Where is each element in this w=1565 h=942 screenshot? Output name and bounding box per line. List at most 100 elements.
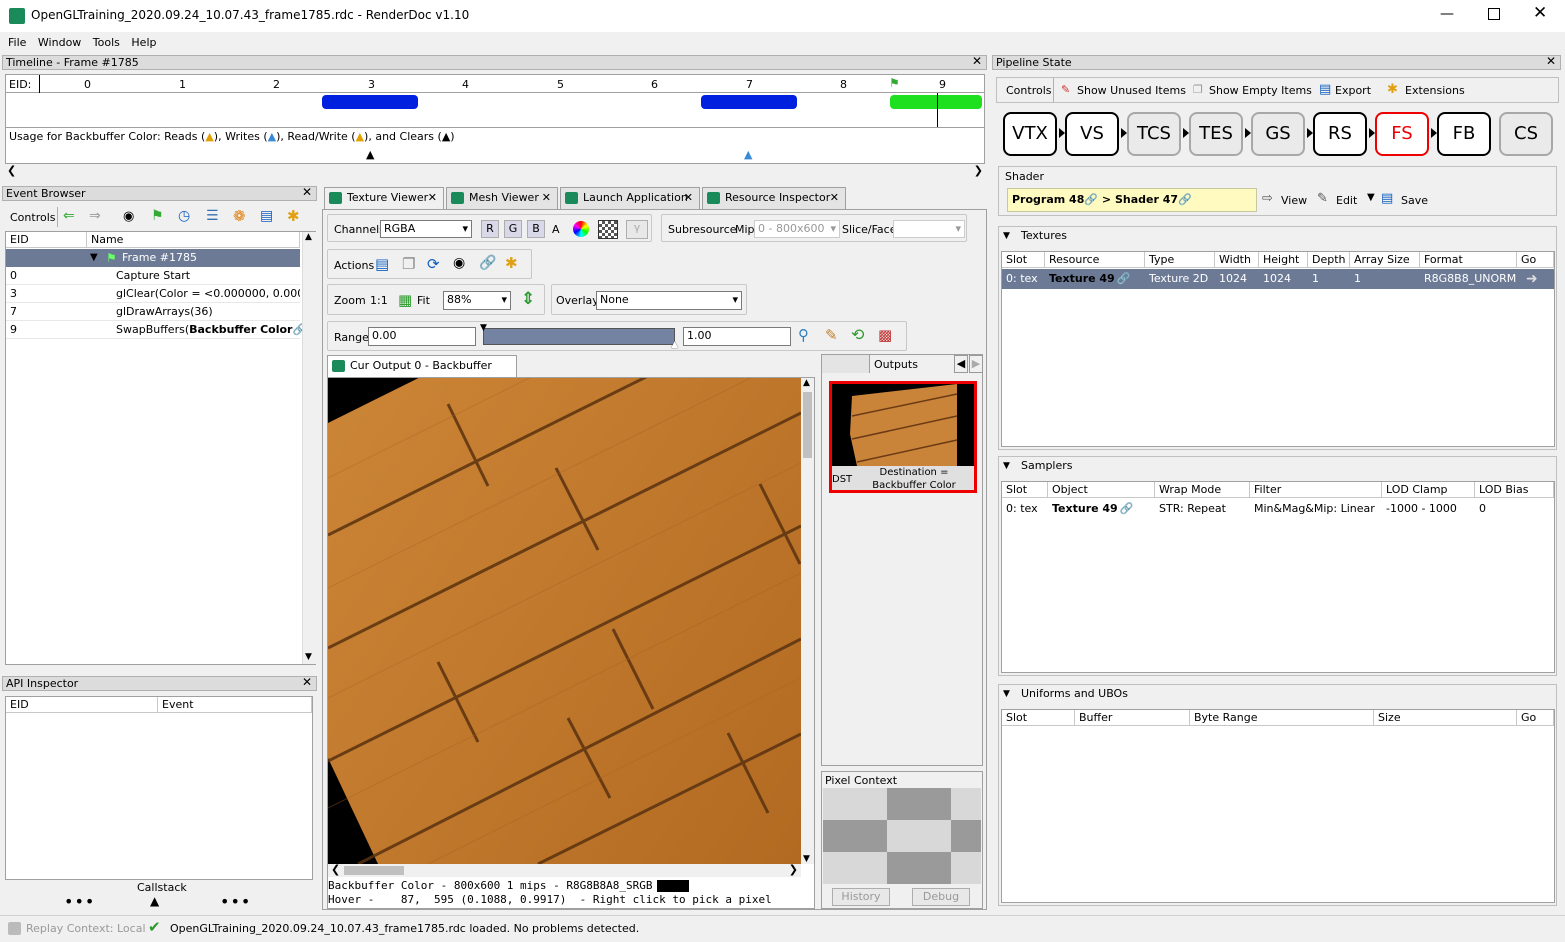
- col-name[interactable]: Name: [87, 232, 300, 248]
- tab-texture-viewer[interactable]: Texture Viewer ✕: [324, 187, 444, 209]
- export-button[interactable]: Export: [1335, 84, 1371, 97]
- show-unused-button[interactable]: Show Unused Items: [1077, 84, 1186, 97]
- find-icon[interactable]: ◉: [123, 209, 134, 224]
- timeline-scrollbar[interactable]: ❮ ❯: [5, 164, 985, 179]
- extensions-icon[interactable]: ✱: [1387, 82, 1398, 97]
- zoom-1to1-button[interactable]: 1:1: [370, 294, 388, 307]
- menu-file[interactable]: File: [8, 34, 26, 52]
- settings-icon[interactable]: ✱: [505, 254, 518, 272]
- col-go[interactable]: Go: [1517, 710, 1554, 726]
- timeline-marker-clear[interactable]: [322, 95, 418, 109]
- fit-label[interactable]: Fit: [417, 294, 430, 307]
- col-depth[interactable]: Depth: [1308, 252, 1350, 268]
- zoom-select[interactable]: 88%: [443, 291, 511, 310]
- tab-cur-output[interactable]: Cur Output 0 - Backbuffer Color: [327, 355, 517, 392]
- chevron-right-icon[interactable]: ▶: [969, 355, 983, 373]
- col-filter[interactable]: Filter: [1250, 482, 1382, 498]
- stage-vs[interactable]: VS: [1065, 112, 1119, 156]
- program-link[interactable]: Program 48: [1012, 193, 1084, 206]
- shader-link[interactable]: Shader 47: [1115, 193, 1178, 206]
- histogram-icon[interactable]: ▩: [878, 326, 892, 344]
- uniforms-header[interactable]: Uniforms and UBOs: [999, 685, 1128, 703]
- clock-icon[interactable]: ◷: [178, 208, 190, 224]
- uniforms-table[interactable]: Slot Buffer Byte Range Size Go: [1001, 709, 1555, 903]
- output-thumbnail[interactable]: DST Destination = Backbuffer Color: [829, 381, 977, 493]
- autofit-icon[interactable]: ✎: [825, 326, 838, 344]
- close-icon[interactable]: ✕: [302, 676, 312, 689]
- col-slot[interactable]: Slot: [1002, 710, 1075, 726]
- vertical-scrollbar[interactable]: ▲ ▼: [801, 378, 814, 864]
- stage-tes[interactable]: TES: [1189, 112, 1243, 156]
- tree-row[interactable]: 0 Capture Start: [6, 267, 300, 285]
- scrollbar[interactable]: ▲ ▼: [302, 232, 316, 664]
- col-height[interactable]: Height: [1259, 252, 1308, 268]
- textures-table[interactable]: Slot Resource Type Width Height Depth Ar…: [1001, 251, 1555, 447]
- channel-b-toggle[interactable]: B: [527, 220, 545, 238]
- edit-button[interactable]: Edit: [1336, 194, 1357, 207]
- slice-select[interactable]: [893, 220, 965, 238]
- col-slot[interactable]: Slot: [1002, 252, 1045, 268]
- menu-help[interactable]: Help: [131, 34, 156, 52]
- show-empty-icon[interactable]: ❐: [1193, 83, 1203, 96]
- minimize-button[interactable]: —: [1440, 6, 1454, 22]
- highlight-icon[interactable]: ❁: [233, 207, 246, 225]
- maximize-button[interactable]: [1488, 8, 1500, 20]
- bookmark-icon[interactable]: ☰: [206, 208, 219, 224]
- copy-icon[interactable]: ❐: [402, 255, 415, 273]
- col-resource[interactable]: Resource: [1045, 252, 1145, 268]
- reset-icon[interactable]: ⟲: [851, 325, 864, 344]
- replay-context[interactable]: Replay Context: Local: [26, 922, 146, 935]
- shader-path[interactable]: Program 48🔗 > Shader 47🔗: [1007, 188, 1257, 212]
- timeline-area[interactable]: EID: 0 1 2 3 4 5 6 7 8 ⚑ 9 Usage for Bac…: [5, 74, 985, 164]
- texture-image[interactable]: [328, 378, 801, 864]
- stage-fs[interactable]: FS: [1375, 112, 1429, 156]
- col-go[interactable]: Go: [1517, 252, 1554, 268]
- samplers-header[interactable]: Samplers: [999, 457, 1073, 475]
- splitter-handle[interactable]: •••: [64, 892, 95, 911]
- menu-tools[interactable]: Tools: [93, 34, 120, 52]
- show-empty-button[interactable]: Show Empty Items: [1209, 84, 1312, 97]
- edit-icon[interactable]: ✎: [1317, 191, 1328, 206]
- col-width[interactable]: Width: [1215, 252, 1259, 268]
- channel-r-toggle[interactable]: R: [481, 220, 499, 238]
- go-arrow-icon[interactable]: ➜: [1522, 269, 1538, 289]
- channels-select[interactable]: RGBA: [380, 220, 472, 238]
- show-unused-icon[interactable]: ✎: [1061, 83, 1070, 96]
- save-button[interactable]: Save: [1401, 194, 1428, 207]
- pixel-context-view[interactable]: [823, 788, 981, 884]
- mip-select[interactable]: 0 - 800x600: [754, 220, 840, 238]
- history-button[interactable]: History: [832, 888, 890, 906]
- link-icon[interactable]: 🔗: [479, 255, 496, 271]
- flip-y-icon[interactable]: ⇕: [521, 289, 535, 309]
- callstack-label[interactable]: Callstack: [137, 881, 187, 894]
- horizontal-scrollbar[interactable]: ❮ ❯: [328, 863, 801, 877]
- export-icon[interactable]: ▤: [1319, 82, 1331, 97]
- col-event[interactable]: Event: [158, 697, 312, 713]
- debug-button[interactable]: Debug: [912, 888, 970, 906]
- col-slot[interactable]: Slot: [1002, 482, 1048, 498]
- tree-row[interactable]: 3 glClear(Color = <0.000000, 0.0000...: [6, 285, 300, 303]
- stage-tcs[interactable]: TCS: [1127, 112, 1181, 156]
- chevron-right-icon[interactable]: ❯: [974, 164, 983, 177]
- stage-vtx[interactable]: VTX: [1003, 112, 1057, 156]
- save-icon[interactable]: ▤: [375, 255, 389, 273]
- find-icon[interactable]: ◉: [453, 255, 465, 271]
- channel-g-toggle[interactable]: G: [504, 220, 522, 238]
- stage-rs[interactable]: RS: [1313, 112, 1367, 156]
- samplers-table[interactable]: Slot Object Wrap Mode Filter LOD Clamp L…: [1001, 481, 1555, 673]
- close-icon[interactable]: ✕: [972, 55, 982, 68]
- api-table[interactable]: EID Event: [5, 696, 313, 880]
- timeline-marker-draw[interactable]: [701, 95, 797, 109]
- extensions-button[interactable]: Extensions: [1405, 84, 1465, 97]
- close-icon[interactable]: ✕: [302, 186, 312, 199]
- settings-icon[interactable]: ✱: [287, 207, 300, 225]
- chevron-left-icon[interactable]: ❮: [7, 164, 16, 177]
- tab-mesh-viewer[interactable]: Mesh Viewer ✕: [446, 187, 558, 209]
- col-eid[interactable]: EID: [6, 232, 87, 248]
- stage-cs[interactable]: CS: [1499, 112, 1553, 156]
- tab-outputs[interactable]: Outputs: [874, 358, 918, 371]
- menu-window[interactable]: Window: [38, 34, 81, 52]
- checkerboard-icon[interactable]: [598, 220, 618, 239]
- col-wrap-mode[interactable]: Wrap Mode: [1155, 482, 1250, 498]
- range-max-input[interactable]: 1.00: [683, 327, 791, 346]
